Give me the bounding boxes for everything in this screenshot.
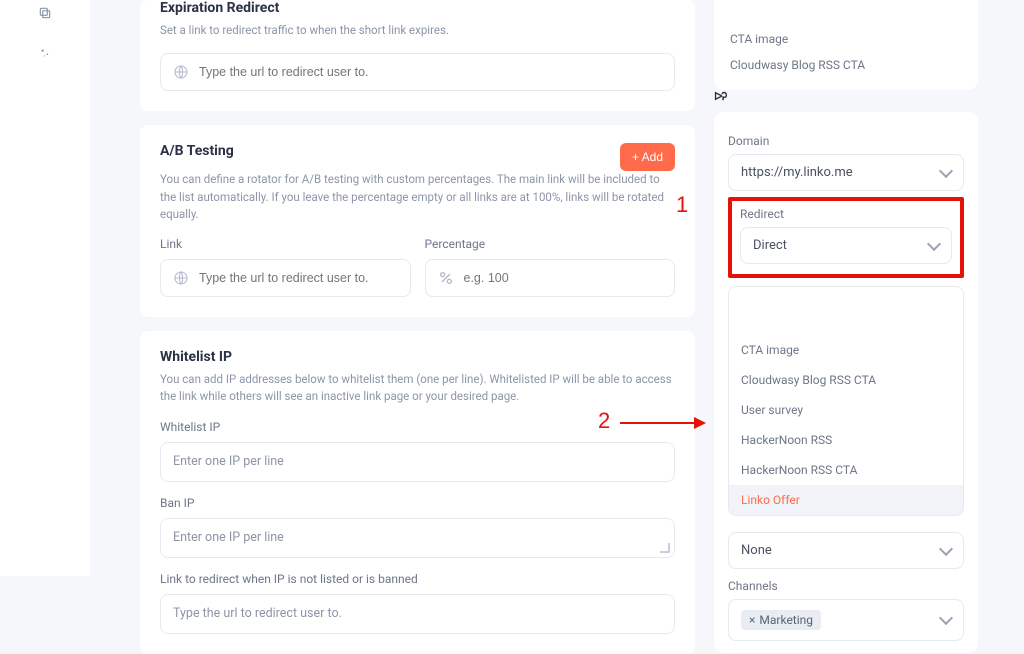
redirect-value: Direct — [753, 238, 787, 253]
whitelist-title: Whitelist IP — [160, 349, 675, 365]
tag-label: Marketing — [759, 613, 813, 627]
main-settings-column: Expiration Redirect Set a link to redire… — [140, 0, 695, 654]
percent-icon — [438, 270, 454, 286]
redirect-highlight-box: Redirect Direct — [728, 197, 964, 278]
ban-ip-textarea[interactable]: Enter one IP per line — [160, 518, 675, 558]
ab-pct-input-wrap[interactable] — [425, 259, 676, 297]
logo-fragment: ᐅᎮ — [714, 90, 726, 104]
chevron-down-icon — [927, 236, 941, 250]
right-sidebar: CTA image Cloudwasy Blog RSS CTA ᐅᎮ Doma… — [714, 0, 978, 653]
ip-redirect-label: Link to redirect when IP is not listed o… — [160, 572, 675, 586]
list-item[interactable]: Cloudwasy Blog RSS CTA — [728, 52, 964, 78]
list-item[interactable]: CTA image — [728, 26, 964, 52]
expiration-url-input[interactable] — [199, 65, 662, 79]
expiration-title: Expiration Redirect — [160, 0, 675, 16]
domain-value: https://my.linko.me — [741, 165, 853, 180]
dropdown-item[interactable]: HackerNoon RSS CTA — [729, 455, 963, 485]
ban-ip-label: Ban IP — [160, 496, 675, 510]
whitelist-ip-textarea[interactable]: Enter one IP per line — [160, 442, 675, 482]
redirect-select[interactable]: Direct — [740, 227, 952, 264]
ip-redirect-input[interactable]: Type the url to redirect user to. — [160, 594, 675, 634]
ab-testing-card: A/B Testing + Add You can define a rotat… — [140, 125, 695, 317]
domain-label: Domain — [728, 134, 964, 148]
ab-pct-label: Percentage — [425, 237, 676, 251]
chevron-down-icon — [939, 163, 953, 177]
dropdown-item[interactable]: Cloudwasy Blog RSS CTA — [729, 365, 963, 395]
dropdown-item[interactable]: HackerNoon RSS — [729, 425, 963, 455]
ab-title: A/B Testing — [160, 143, 234, 159]
whitelist-ip-card: Whitelist IP You can add IP addresses be… — [140, 331, 695, 654]
channels-label: Channels — [728, 579, 964, 593]
link-settings-card: Domain https://my.linko.me Redirect Dire… — [714, 112, 978, 653]
globe-icon — [173, 64, 189, 80]
domain-select[interactable]: https://my.linko.me — [728, 154, 964, 191]
whitelist-desc: You can add IP addresses below to whitel… — [160, 371, 675, 406]
dropdown-item[interactable]: User survey — [729, 395, 963, 425]
dropdown-item[interactable]: Linko Offer — [729, 485, 963, 515]
ab-link-input-wrap[interactable] — [160, 259, 411, 297]
ab-desc: You can define a rotator for A/B testing… — [160, 171, 675, 223]
none-value: None — [741, 543, 772, 558]
ab-link-label: Link — [160, 237, 411, 251]
annotation-arrow — [620, 422, 704, 424]
none-select[interactable]: None — [728, 532, 964, 569]
sparkle-icon[interactable] — [38, 46, 52, 60]
chevron-down-icon — [939, 541, 953, 555]
overlay-dropdown: CTA imageCloudwasy Blog RSS CTAUser surv… — [728, 286, 964, 516]
expiration-redirect-card: Expiration Redirect Set a link to redire… — [140, 0, 695, 111]
chevron-down-icon — [939, 611, 953, 625]
add-button[interactable]: + Add — [620, 143, 675, 171]
redirect-label: Redirect — [740, 207, 952, 221]
dropdown-search[interactable] — [729, 287, 963, 321]
annotation-1: 1 — [676, 192, 688, 218]
channels-select[interactable]: × Marketing — [728, 599, 964, 641]
annotation-2: 2 — [598, 408, 610, 434]
channel-tag[interactable]: × Marketing — [741, 610, 821, 630]
ab-link-input[interactable] — [199, 271, 398, 285]
tag-remove-icon[interactable]: × — [749, 613, 755, 627]
expiration-url-input-wrap[interactable] — [160, 53, 675, 91]
left-nav-rail — [0, 0, 90, 576]
globe-icon — [173, 270, 189, 286]
dropdown-item[interactable]: CTA image — [729, 335, 963, 365]
expiration-desc: Set a link to redirect traffic to when t… — [160, 22, 675, 39]
ab-pct-input[interactable] — [464, 271, 663, 285]
copy-icon[interactable] — [38, 6, 52, 20]
top-cta-card: CTA image Cloudwasy Blog RSS CTA — [714, 0, 978, 90]
